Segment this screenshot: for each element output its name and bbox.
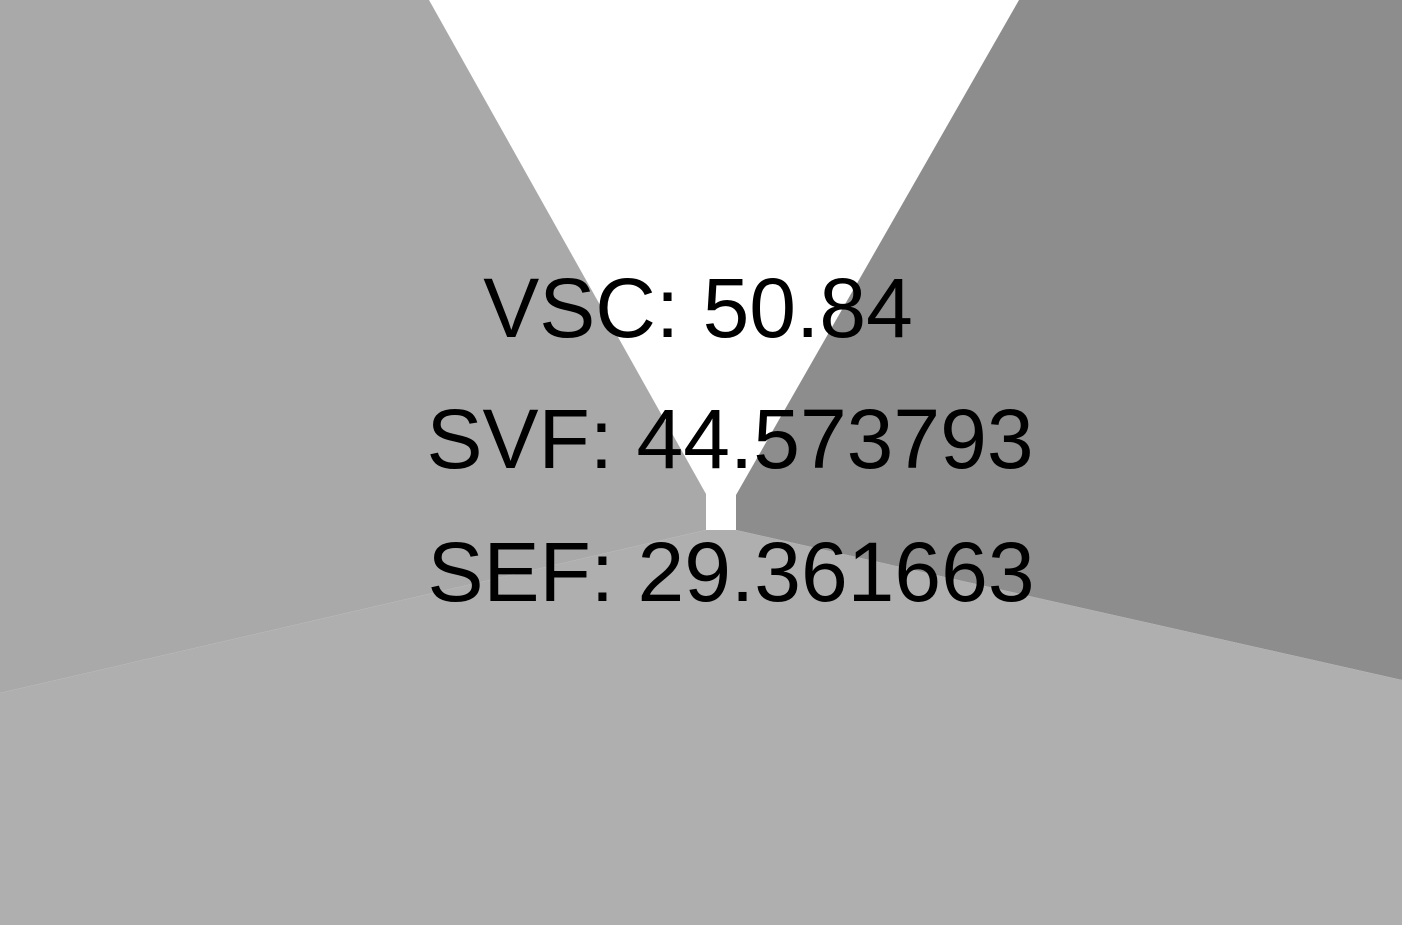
svf-value: SVF: 44.573793 xyxy=(426,392,1034,486)
vsc-value: VSC: 50.84 xyxy=(483,261,913,355)
metrics-overlay: VSC: 50.84 SVF: 44.573793 SEF: 29.361663 xyxy=(0,0,1402,925)
sef-value: SEF: 29.361663 xyxy=(427,525,1035,619)
